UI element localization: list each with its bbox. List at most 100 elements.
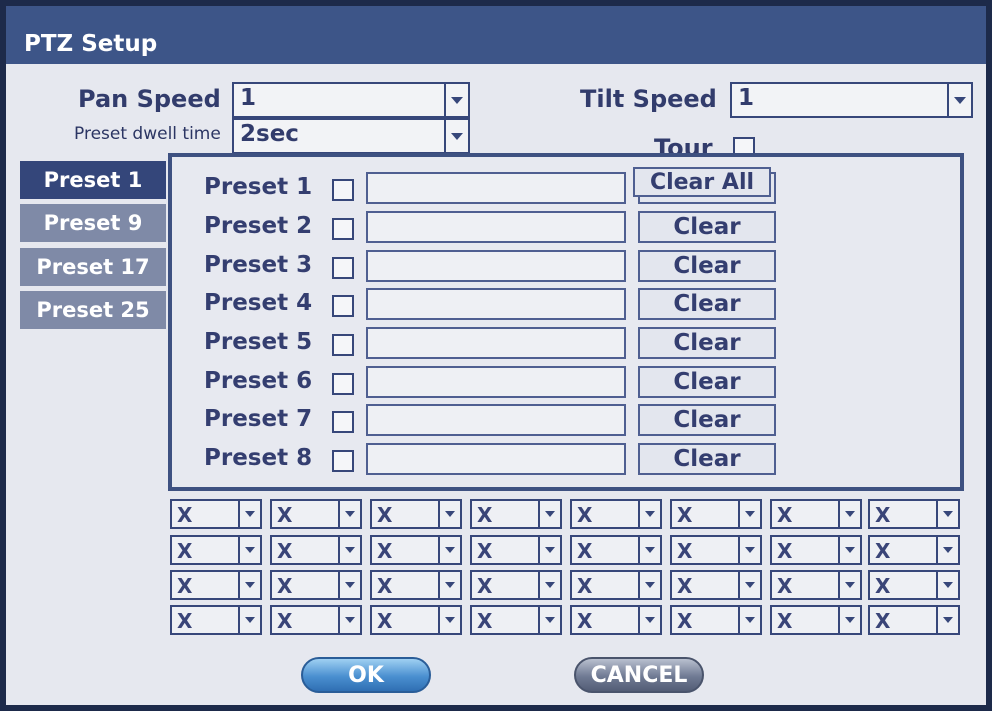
- preset-name-input[interactable]: [366, 288, 626, 320]
- preset-checkbox[interactable]: [332, 218, 354, 240]
- tour-step-select[interactable]: X: [570, 535, 662, 565]
- tour-step-select[interactable]: X: [868, 570, 960, 600]
- chevron-down-icon[interactable]: [936, 607, 958, 633]
- tour-step-select[interactable]: X: [868, 499, 960, 529]
- chevron-down-icon[interactable]: [838, 607, 860, 633]
- chevron-down-icon[interactable]: [338, 607, 360, 633]
- tab-preset-17[interactable]: Preset 17: [20, 248, 166, 286]
- chevron-down-icon[interactable]: [936, 501, 958, 527]
- chevron-down-icon[interactable]: [438, 572, 460, 598]
- chevron-down-icon[interactable]: [838, 501, 860, 527]
- chevron-down-icon[interactable]: [338, 501, 360, 527]
- chevron-down-icon[interactable]: [838, 572, 860, 598]
- clear-button[interactable]: Clear: [638, 443, 776, 475]
- chevron-down-icon[interactable]: [638, 537, 660, 563]
- preset-name-input[interactable]: [366, 404, 626, 436]
- tour-step-select[interactable]: X: [270, 499, 362, 529]
- preset-checkbox[interactable]: [332, 411, 354, 433]
- tour-step-select[interactable]: X: [670, 499, 762, 529]
- tour-step-select[interactable]: X: [670, 605, 762, 635]
- preset-name-input[interactable]: [366, 327, 626, 359]
- tour-step-select[interactable]: X: [868, 535, 960, 565]
- tour-step-select[interactable]: X: [370, 499, 462, 529]
- chevron-down-icon[interactable]: [444, 84, 468, 116]
- chevron-down-icon[interactable]: [738, 572, 760, 598]
- chevron-down-icon[interactable]: [238, 501, 260, 527]
- chevron-down-icon[interactable]: [238, 537, 260, 563]
- chevron-down-icon[interactable]: [738, 537, 760, 563]
- chevron-down-icon[interactable]: [438, 537, 460, 563]
- preset-checkbox[interactable]: [332, 450, 354, 472]
- chevron-down-icon[interactable]: [936, 572, 958, 598]
- tour-step-select[interactable]: X: [270, 570, 362, 600]
- preset-name-input[interactable]: [366, 172, 626, 204]
- tour-step-select[interactable]: X: [170, 499, 262, 529]
- chevron-down-icon[interactable]: [338, 537, 360, 563]
- tour-step-select[interactable]: X: [868, 605, 960, 635]
- chevron-down-icon[interactable]: [947, 84, 971, 116]
- preset-checkbox[interactable]: [332, 334, 354, 356]
- tour-step-select[interactable]: X: [470, 499, 562, 529]
- chevron-down-icon[interactable]: [738, 607, 760, 633]
- tour-step-select[interactable]: X: [270, 535, 362, 565]
- chevron-down-icon[interactable]: [638, 607, 660, 633]
- clear-button[interactable]: Clear: [638, 366, 776, 398]
- tab-preset-1[interactable]: Preset 1: [20, 161, 166, 199]
- tab-preset-9[interactable]: Preset 9: [20, 204, 166, 242]
- tour-step-select[interactable]: X: [370, 570, 462, 600]
- chevron-down-icon[interactable]: [438, 501, 460, 527]
- chevron-down-icon[interactable]: [738, 501, 760, 527]
- chevron-down-icon[interactable]: [838, 537, 860, 563]
- preset-name-input[interactable]: [366, 211, 626, 243]
- tour-step-select[interactable]: X: [770, 535, 862, 565]
- tour-step-select[interactable]: X: [570, 570, 662, 600]
- preset-name-input[interactable]: [366, 250, 626, 282]
- clear-button[interactable]: Clear: [638, 250, 776, 282]
- preset-checkbox[interactable]: [332, 295, 354, 317]
- chevron-down-icon[interactable]: [936, 537, 958, 563]
- tour-step-select[interactable]: X: [770, 499, 862, 529]
- chevron-down-icon[interactable]: [538, 501, 560, 527]
- tour-step-select[interactable]: X: [670, 535, 762, 565]
- chevron-down-icon[interactable]: [444, 120, 468, 152]
- clear-button[interactable]: Clear: [638, 404, 776, 436]
- tour-step-select[interactable]: X: [670, 570, 762, 600]
- preset-checkbox[interactable]: [332, 179, 354, 201]
- tab-preset-25[interactable]: Preset 25: [20, 291, 166, 329]
- chevron-down-icon[interactable]: [538, 537, 560, 563]
- chevron-down-icon[interactable]: [438, 607, 460, 633]
- preset-dwell-select[interactable]: 2sec: [232, 118, 470, 154]
- tour-step-select[interactable]: X: [170, 570, 262, 600]
- tour-step-select[interactable]: X: [170, 605, 262, 635]
- tour-step-select[interactable]: X: [570, 605, 662, 635]
- tour-step-select[interactable]: X: [370, 605, 462, 635]
- chevron-down-icon[interactable]: [238, 607, 260, 633]
- tour-step-select[interactable]: X: [470, 605, 562, 635]
- clear-button[interactable]: Clear: [638, 211, 776, 243]
- preset-checkbox[interactable]: [332, 257, 354, 279]
- tour-step-select[interactable]: X: [170, 535, 262, 565]
- clear-all-button[interactable]: Clear All: [633, 167, 771, 197]
- preset-name-input[interactable]: [366, 366, 626, 398]
- preset-name-input[interactable]: [366, 443, 626, 475]
- tour-step-select[interactable]: X: [470, 535, 562, 565]
- tour-step-select[interactable]: X: [470, 570, 562, 600]
- preset-checkbox[interactable]: [332, 373, 354, 395]
- ok-button[interactable]: OK: [301, 657, 431, 693]
- chevron-down-icon[interactable]: [638, 501, 660, 527]
- tour-step-select[interactable]: X: [270, 605, 362, 635]
- clear-button[interactable]: Clear: [638, 327, 776, 359]
- pan-speed-select[interactable]: 1: [232, 82, 470, 118]
- tour-step-select[interactable]: X: [370, 535, 462, 565]
- clear-button[interactable]: Clear: [638, 288, 776, 320]
- chevron-down-icon[interactable]: [538, 572, 560, 598]
- tilt-speed-select[interactable]: 1: [730, 82, 973, 118]
- chevron-down-icon[interactable]: [538, 607, 560, 633]
- tour-step-select[interactable]: X: [770, 570, 862, 600]
- cancel-button[interactable]: CANCEL: [574, 657, 704, 693]
- chevron-down-icon[interactable]: [338, 572, 360, 598]
- tour-step-select[interactable]: X: [770, 605, 862, 635]
- chevron-down-icon[interactable]: [638, 572, 660, 598]
- tour-step-select[interactable]: X: [570, 499, 662, 529]
- chevron-down-icon[interactable]: [238, 572, 260, 598]
